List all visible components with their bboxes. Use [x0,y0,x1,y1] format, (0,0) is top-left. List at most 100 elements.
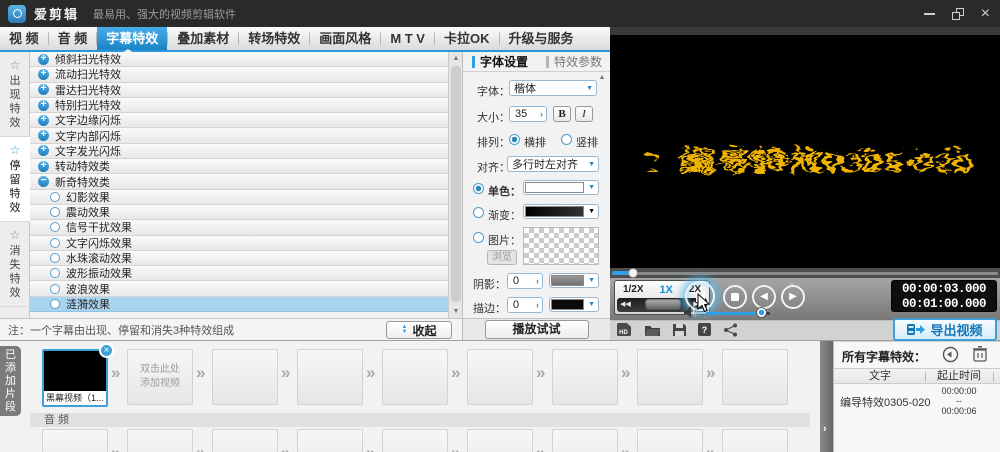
volume-slider-knob[interactable] [756,307,767,318]
effect-group[interactable]: +雷达扫光特效 [30,83,448,98]
gradient-color-select[interactable]: ▼ [523,204,599,219]
tab-karaoke[interactable]: 卡拉OK [435,27,499,50]
radio-gradient-color[interactable] [473,207,484,218]
timeline-clip-black-video[interactable]: 黑幕视频（1... × [42,349,108,407]
close-button[interactable]: × [981,6,990,22]
radio-icon[interactable] [50,192,60,202]
tab-video[interactable]: 视 频 [0,27,48,50]
effect-option[interactable]: 水珠滚动效果 [30,251,448,266]
effect-group[interactable]: +倾斜扫光特效 [30,52,448,67]
speed-half[interactable]: 1/2X [623,284,644,295]
italic-button[interactable]: I [575,106,593,122]
previous-frame-button[interactable]: ◀ [752,285,776,309]
effect-group-expanded[interactable]: −新奇特效类 [30,174,448,189]
panel-collapse-strip[interactable]: › [820,341,833,452]
share-icon[interactable] [723,323,738,337]
timeline-add-video-cell[interactable]: 双击此处 添加视频 [127,349,193,405]
audio-empty-cell[interactable] [552,429,618,452]
audio-empty-cell[interactable] [382,429,448,452]
effect-option[interactable]: 波形振动效果 [30,266,448,281]
stroke-color-select[interactable]: ▼ [549,297,599,312]
audio-empty-cell[interactable] [467,429,533,452]
scroll-up-icon[interactable]: ▲ [596,74,608,81]
radio-icon[interactable] [50,253,60,263]
added-clips-tab[interactable]: 已添加片段 [0,346,21,416]
sidebar-item-appear-effects[interactable]: ☆ 出现特效 [0,52,30,137]
tab-picture-style[interactable]: 画面风格 [310,27,380,50]
timeline-empty-cell[interactable] [552,349,618,405]
subtitle-row-time[interactable]: 00:00:00 -- 00:00:06 [926,386,992,416]
subtitle-row-text[interactable]: 编导特效0305-020 [840,394,931,410]
audio-empty-cell[interactable] [722,429,788,452]
hd-export-icon[interactable]: HD [616,323,633,337]
radio-solid-color[interactable] [473,183,484,194]
timeline-empty-cell[interactable] [212,349,278,405]
radio-icon[interactable] [50,268,60,278]
effect-list-scrollbar[interactable]: ▲ ▼ [448,52,462,318]
shadow-stepper[interactable]: 0› [507,273,543,289]
export-video-button[interactable]: 导出视频 [893,318,997,341]
timeline-empty-cell[interactable] [722,349,788,405]
font-panel-scrollbar[interactable]: ▲ ▼ [596,74,608,340]
radio-vertical[interactable] [561,134,572,145]
undo-icon[interactable] [942,346,959,363]
tab-transition-effects[interactable]: 转场特效 [239,27,309,50]
speed-slider-knob[interactable] [645,299,681,311]
stepper-arrow-icon[interactable]: › [536,300,539,310]
next-frame-button[interactable]: ▶ [781,285,805,309]
expand-icon[interactable]: + [38,130,49,141]
expand-icon[interactable]: + [38,100,49,111]
expand-icon[interactable]: + [38,161,49,172]
timeline-empty-cell[interactable] [382,349,448,405]
video-preview[interactable]: ：编导特效0305-020 [610,35,1000,268]
expand-icon[interactable]: + [38,69,49,80]
tab-font-settings[interactable]: 字体设置 [463,52,537,71]
browse-button[interactable]: 浏览 [487,250,517,265]
effect-group[interactable]: +转动特效类 [30,159,448,174]
font-size-stepper[interactable]: 35› [509,106,547,122]
radio-icon[interactable] [50,299,60,309]
font-family-select[interactable]: 楷体▼ [509,80,597,96]
save-icon[interactable] [672,323,687,337]
effect-option[interactable]: 文字闪烁效果 [30,236,448,251]
solid-color-select[interactable]: ▼ [523,180,599,195]
stroke-stepper[interactable]: 0› [507,297,543,313]
audio-empty-cell[interactable] [212,429,278,452]
effect-group[interactable]: +文字边缘闪烁 [30,113,448,128]
bold-button[interactable]: B [553,106,571,122]
shadow-color-select[interactable]: ▼ [549,273,599,288]
effect-option-selected[interactable]: 涟漪效果 [30,297,448,312]
radio-icon[interactable] [50,222,60,232]
timeline-empty-cell[interactable] [297,349,363,405]
seek-handle[interactable] [628,268,638,278]
radio-horizontal[interactable] [509,134,520,145]
play-test-button[interactable]: 播放试试 [485,320,589,339]
seek-track[interactable] [612,272,998,275]
scroll-up-icon[interactable]: ▲ [449,52,463,65]
effect-group[interactable]: +特别扫光特效 [30,98,448,113]
effect-option[interactable]: 幻影效果 [30,190,448,205]
align-select[interactable]: 多行时左对齐▼ [507,156,599,172]
radio-icon[interactable] [50,238,60,248]
sidebar-item-disappear-effects[interactable]: ☆ 消失特效 [0,222,30,307]
radio-icon[interactable] [50,207,60,217]
remove-clip-icon[interactable]: × [99,343,114,358]
tab-mtv[interactable]: M T V [381,27,434,50]
clip-thumbnail[interactable] [44,351,106,391]
expand-icon[interactable]: + [38,145,49,156]
timeline-empty-cell[interactable] [637,349,703,405]
collapse-button[interactable]: ▲▼ 收起 [386,321,452,339]
stepper-arrow-icon[interactable]: › [540,109,543,119]
tab-effect-params[interactable]: 特效参数 [537,52,611,71]
minimize-button[interactable] [924,13,935,15]
audio-empty-cell[interactable] [637,429,703,452]
expand-icon[interactable]: + [38,115,49,126]
audio-empty-cell[interactable] [127,429,193,452]
radio-image-fill[interactable] [473,232,484,243]
volume-icon[interactable] [684,306,698,318]
effect-option[interactable]: 信号干扰效果 [30,220,448,235]
tab-overlay-material[interactable]: 叠加素材 [168,27,238,50]
speed-slower-icon[interactable]: ◀◀ [620,300,631,308]
tab-upgrade-services[interactable]: 升级与服务 [500,27,583,50]
expand-icon[interactable]: + [38,84,49,95]
